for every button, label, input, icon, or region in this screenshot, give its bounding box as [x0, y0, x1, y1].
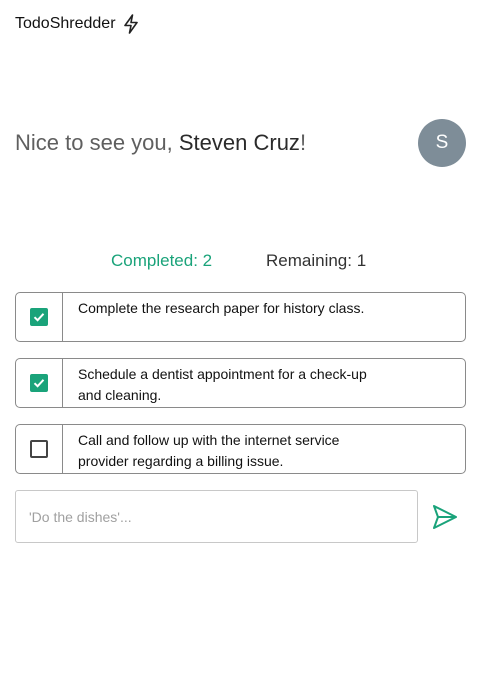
new-todo-form	[15, 490, 418, 543]
todo-item[interactable]: Complete the research paper for history …	[15, 292, 466, 342]
new-todo-input[interactable]	[15, 490, 418, 543]
greeting: Nice to see you, Steven Cruz!	[15, 130, 306, 156]
todo-text: Complete the research paper for history …	[78, 300, 365, 316]
lightning-bolt-icon	[123, 14, 138, 34]
todo-item[interactable]: Call and follow up with the internet ser…	[15, 424, 466, 474]
todo-app: TodoShredder Nice to see you, Steven Cru…	[0, 0, 481, 686]
todo-checkbox[interactable]	[30, 374, 48, 392]
greeting-suffix: !	[299, 130, 307, 155]
user-name: Steven Cruz	[178, 130, 300, 155]
checkmark-icon	[33, 313, 45, 322]
todo-checkbox-cell	[16, 425, 63, 473]
todo-checkbox-cell	[16, 359, 63, 407]
checkmark-icon	[33, 379, 45, 388]
app-title: TodoShredder	[15, 15, 116, 32]
send-icon	[433, 505, 457, 529]
todo-text: Call and follow up with the internet ser…	[78, 432, 340, 469]
todo-checkbox[interactable]	[30, 440, 48, 458]
send-button[interactable]	[430, 502, 460, 532]
remaining-count: Remaining: 1	[266, 251, 367, 270]
greeting-prefix: Nice to see you,	[15, 130, 179, 155]
todo-checkbox[interactable]	[30, 308, 48, 326]
todo-checkbox-cell	[16, 293, 63, 341]
app-brand: TodoShredder	[15, 14, 140, 34]
avatar[interactable]: S	[418, 119, 466, 167]
todo-text: Schedule a dentist appointment for a che…	[78, 366, 367, 403]
todo-list: Complete the research paper for history …	[15, 292, 466, 490]
todo-item[interactable]: Schedule a dentist appointment for a che…	[15, 358, 466, 408]
avatar-initial: S	[435, 132, 449, 153]
completed-count: Completed: 2	[111, 251, 213, 270]
